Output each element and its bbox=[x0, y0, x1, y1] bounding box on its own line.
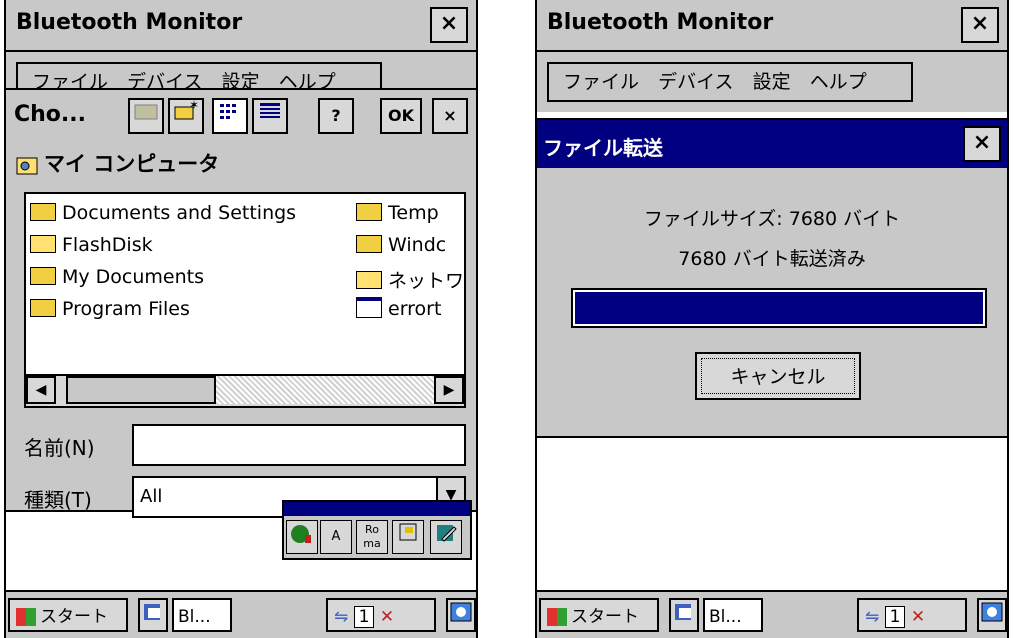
transfer-titlebar: ファイル転送 × bbox=[537, 120, 1007, 168]
start-button[interactable]: スタート bbox=[539, 598, 659, 632]
file-list: Documents and Settings FlashDisk My Docu… bbox=[24, 192, 466, 408]
app-titlebar: Bluetooth Monitor × bbox=[6, 0, 476, 52]
tray-count[interactable]: 1 bbox=[884, 606, 906, 628]
location-text: マイ コンピュータ bbox=[44, 152, 220, 176]
task-app-icon[interactable] bbox=[669, 598, 699, 632]
task-window-button[interactable]: Bl... bbox=[703, 598, 763, 632]
scroll-thumb[interactable] bbox=[66, 376, 216, 404]
chooser-header: Cho... ✶ ? OK × bbox=[6, 90, 476, 142]
roma-mode-icon[interactable]: Ro ma bbox=[356, 520, 388, 554]
file-size-text: ファイルサイズ: 7680 バイト bbox=[643, 208, 901, 230]
list-item[interactable]: Windc bbox=[356, 234, 446, 256]
up-folder-icon[interactable] bbox=[128, 98, 164, 134]
folder-icon bbox=[30, 266, 56, 285]
scroll-track[interactable] bbox=[216, 376, 434, 404]
windows-flag-icon bbox=[547, 608, 567, 626]
sip-keyboard-icon[interactable] bbox=[977, 598, 1007, 632]
left-device-screen: Bluetooth Monitor × ファイル デバイス 設定 ヘルプ Cho… bbox=[4, 0, 478, 638]
name-label: 名前(N) bbox=[24, 436, 95, 460]
cancel-button[interactable]: キャンセル bbox=[695, 352, 861, 400]
file-chooser-dialog: Cho... ✶ ? OK × マイ コンピュータ Documents and … bbox=[6, 88, 476, 518]
svg-text:✶: ✶ bbox=[189, 100, 199, 112]
start-button[interactable]: スタート bbox=[8, 598, 128, 632]
transfer-title: ファイル転送 bbox=[543, 136, 663, 160]
help-button[interactable]: ? bbox=[318, 98, 354, 134]
list-item[interactable]: Temp bbox=[356, 202, 439, 224]
app-close-button[interactable]: × bbox=[961, 7, 999, 43]
transfer-progress-bar bbox=[571, 288, 987, 328]
network-folder-icon bbox=[356, 270, 382, 289]
type-select-value: All bbox=[140, 486, 163, 507]
speaker-off-icon[interactable]: ✕ bbox=[911, 607, 925, 627]
task-window-button[interactable]: Bl... bbox=[172, 598, 232, 632]
alpha-mode-icon[interactable]: A bbox=[320, 520, 352, 554]
my-computer-icon bbox=[16, 156, 38, 175]
list-item[interactable]: ネットワ bbox=[356, 266, 464, 293]
list-item[interactable]: FlashDisk bbox=[30, 234, 153, 256]
chooser-close-button[interactable]: × bbox=[432, 98, 468, 134]
list-item[interactable]: Program Files bbox=[30, 298, 190, 320]
app-title: Bluetooth Monitor bbox=[16, 10, 243, 35]
menu-device[interactable]: デバイス bbox=[658, 64, 733, 100]
type-label: 種類(T) bbox=[24, 488, 92, 512]
menu-file[interactable]: ファイル bbox=[563, 64, 639, 100]
connection-icon[interactable]: ⇋ bbox=[334, 607, 348, 627]
ok-button[interactable]: OK bbox=[380, 98, 422, 134]
menu-settings[interactable]: 設定 bbox=[753, 64, 791, 100]
scroll-left-icon[interactable]: ◀ bbox=[26, 376, 56, 404]
task-app-icon[interactable] bbox=[138, 598, 168, 632]
list-item[interactable]: Documents and Settings bbox=[30, 202, 296, 224]
details-view-icon[interactable] bbox=[252, 98, 288, 134]
menu-help[interactable]: ヘルプ bbox=[810, 64, 867, 100]
new-folder-icon[interactable]: ✶ bbox=[168, 98, 204, 134]
app-close-button[interactable]: × bbox=[430, 7, 468, 43]
transferred-text: 7680 バイト転送済み bbox=[678, 248, 866, 270]
tray-count[interactable]: 1 bbox=[353, 606, 375, 628]
scroll-right-icon[interactable]: ▶ bbox=[434, 376, 464, 404]
system-tray: ⇋ 1 ✕ bbox=[857, 598, 967, 632]
name-input[interactable] bbox=[132, 424, 466, 466]
ime-kana-icon[interactable] bbox=[392, 520, 424, 554]
folder-icon bbox=[30, 298, 56, 317]
right-device-screen: Bluetooth Monitor × ファイル デバイス 設定 ヘルプ ファイ… bbox=[535, 0, 1009, 638]
progress-fill bbox=[575, 292, 983, 324]
list-item[interactable]: errort bbox=[356, 297, 441, 320]
horizontal-scrollbar[interactable]: ◀ ▶ bbox=[26, 374, 464, 406]
sip-keyboard-icon[interactable] bbox=[446, 598, 476, 632]
folder-icon bbox=[356, 202, 382, 221]
taskbar: スタート Bl... ⇋ 1 ✕ bbox=[6, 590, 476, 638]
transfer-close-button[interactable]: × bbox=[963, 126, 1001, 162]
menubar: ファイル デバイス 設定 ヘルプ bbox=[537, 52, 1007, 112]
windows-flag-icon bbox=[16, 608, 36, 626]
folder-icon bbox=[30, 202, 56, 221]
list-item[interactable]: My Documents bbox=[30, 266, 204, 288]
app-title: Bluetooth Monitor bbox=[547, 10, 774, 35]
file-transfer-dialog: ファイル転送 × ファイルサイズ: 7680 バイト 7680 バイト転送済み … bbox=[537, 118, 1007, 438]
pencil-icon[interactable] bbox=[430, 520, 462, 554]
connection-icon[interactable]: ⇋ bbox=[865, 607, 879, 627]
globe-icon[interactable] bbox=[286, 520, 318, 554]
window-file-icon bbox=[356, 297, 382, 318]
taskbar: スタート Bl... ⇋ 1 ✕ bbox=[537, 590, 1007, 638]
drive-icon bbox=[30, 234, 56, 253]
system-tray: ⇋ 1 ✕ bbox=[326, 598, 436, 632]
location-label: マイ コンピュータ bbox=[16, 148, 219, 178]
speaker-off-icon[interactable]: ✕ bbox=[380, 607, 394, 627]
folder-icon bbox=[356, 234, 382, 253]
app-titlebar: Bluetooth Monitor × bbox=[537, 0, 1007, 52]
chooser-title: Cho... bbox=[14, 102, 86, 127]
input-panel: A Ro ma bbox=[282, 500, 472, 560]
list-view-icon[interactable] bbox=[212, 98, 248, 134]
